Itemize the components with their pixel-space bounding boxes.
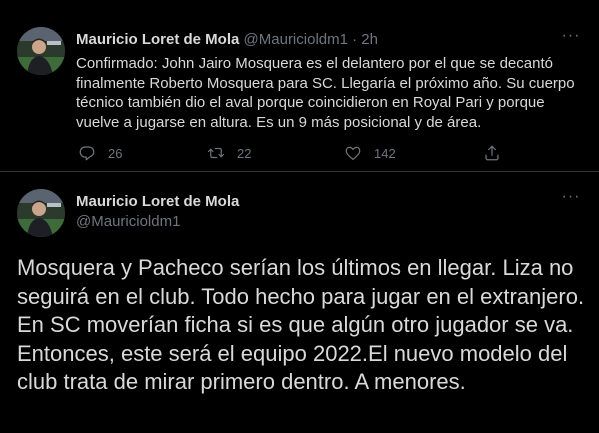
tweet-text: Confirmado: John Jairo Mosquera es el de… (76, 55, 575, 131)
author-handle[interactable]: @Mauricioldm1 (244, 31, 348, 48)
more-horizontal-icon[interactable]: ··· (559, 189, 583, 211)
share-icon (485, 145, 499, 161)
avatar[interactable] (17, 189, 65, 237)
time-separator: · (352, 31, 358, 48)
tweet-time[interactable]: 2h (361, 31, 378, 48)
share-button[interactable] (483, 143, 501, 163)
tweet-header: Mauricio Loret de Mola @Mauricioldm1 · 2… (76, 31, 378, 49)
more-horizontal-icon[interactable]: ··· (559, 28, 583, 50)
reply-count: 26 (108, 145, 123, 161)
tweet-text: Mosquera y Pacheco serían los últimos en… (17, 255, 585, 394)
tweet-actions: 26 22 142 (76, 143, 506, 163)
like-button[interactable]: 142 (344, 143, 396, 163)
avatar-image (17, 27, 65, 75)
avatar-image (17, 189, 65, 237)
retweet-icon (207, 147, 225, 159)
author-name[interactable]: Mauricio Loret de Mola (76, 31, 239, 48)
author-name[interactable]: Mauricio Loret de Mola (76, 193, 239, 210)
like-count: 142 (374, 145, 396, 161)
tweet-2[interactable]: Mauricio Loret de Mola @Mauricioldm1 ···… (0, 172, 599, 433)
reply-icon (79, 146, 95, 161)
heart-icon (345, 146, 361, 160)
tweet-1[interactable]: Mauricio Loret de Mola @Mauricioldm1 · 2… (0, 0, 599, 172)
avatar[interactable] (17, 27, 65, 75)
retweet-button[interactable]: 22 (207, 143, 251, 163)
retweet-count: 22 (237, 145, 252, 161)
author-handle[interactable]: @Mauricioldm1 (76, 213, 180, 230)
reply-button[interactable]: 26 (78, 143, 122, 163)
